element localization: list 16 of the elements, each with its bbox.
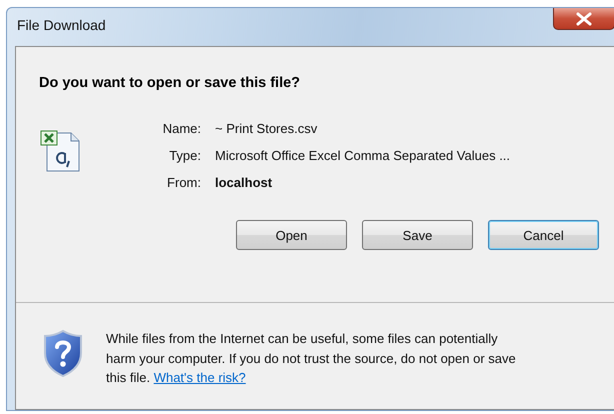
close-button[interactable] <box>553 8 614 30</box>
dialog-heading: Do you want to open or save this file? <box>39 75 302 91</box>
dialog-button[interactable]: Save <box>362 220 473 250</box>
field-label: Name: <box>162 121 201 136</box>
field-label: Type: <box>168 148 201 163</box>
risk-link[interactable]: What's the risk? <box>154 370 246 385</box>
window-title: File Download <box>17 17 106 33</box>
shield-question-icon <box>42 329 84 377</box>
field-value: Microsoft Office Excel Comma Separated Values ... <box>215 148 510 163</box>
field-value: ~ Print Stores.csv <box>215 121 318 136</box>
dialog-button[interactable]: Open <box>236 220 347 250</box>
dialog-button[interactable]: Cancel <box>488 220 599 250</box>
field-label: From: <box>166 175 201 190</box>
close-icon <box>575 12 593 26</box>
field-value: localhost <box>215 175 274 190</box>
warning-message: While files from the Internet can be useful, some files can potentially harm your computer. If you do not trust the source, do not open or save this file. What's the risk? <box>106 330 516 387</box>
